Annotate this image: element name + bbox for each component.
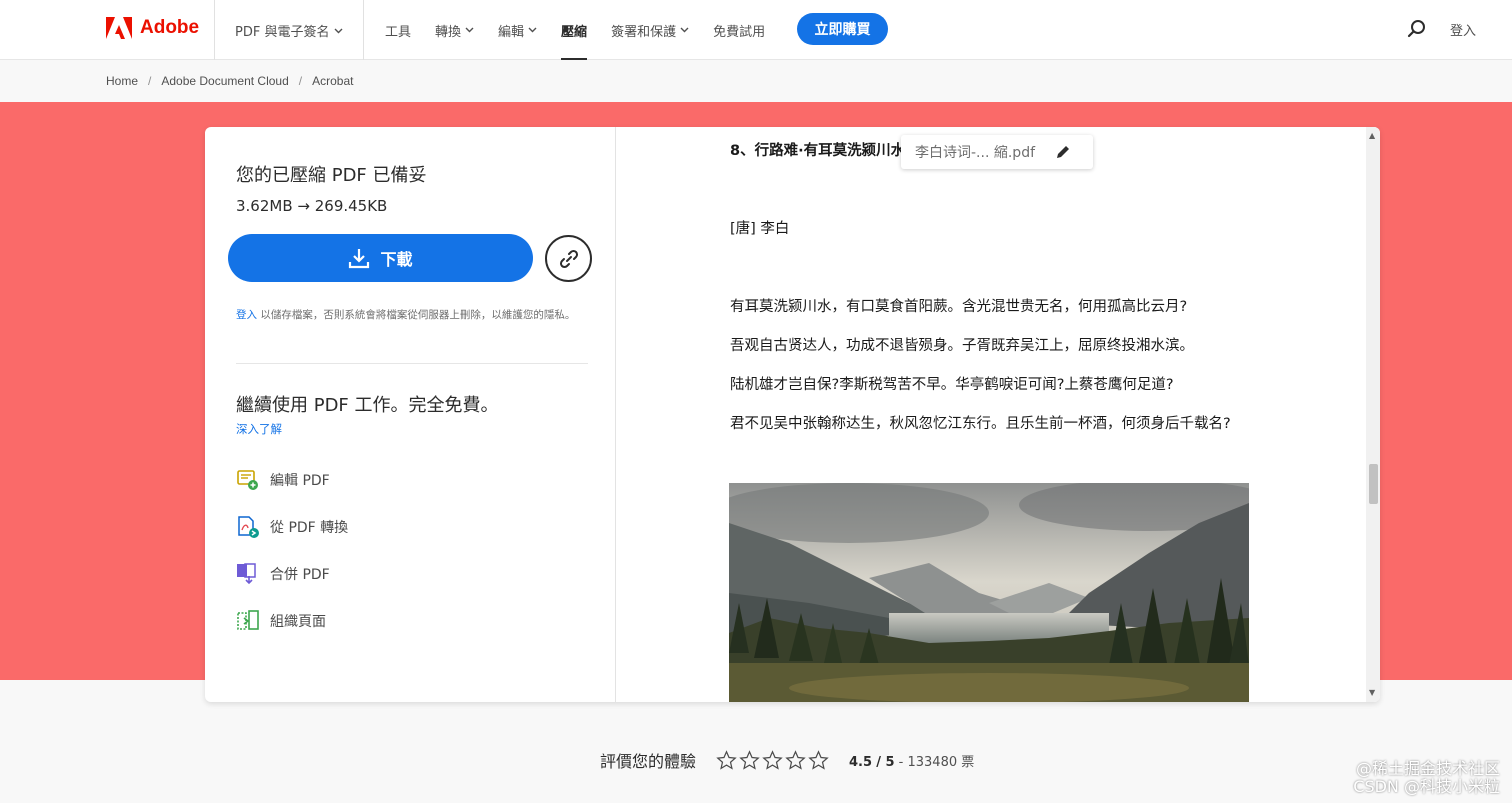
- nav-item-label: 工具: [385, 24, 412, 40]
- pencil-icon[interactable]: [1055, 144, 1071, 160]
- chevron-down-icon: [680, 27, 689, 33]
- signin-note-link[interactable]: 登入: [236, 309, 257, 321]
- chevron-down-icon: [528, 27, 537, 33]
- breadcrumb: Home / Adobe Document Cloud / Acrobat: [106, 74, 353, 88]
- breadcrumb-separator: /: [148, 74, 152, 88]
- breadcrumb-acrobat[interactable]: Acrobat: [312, 74, 353, 88]
- rating-section: 評價您的體驗 4.5 / 5 - 133480 票: [600, 748, 974, 772]
- nav-divider: [214, 0, 215, 60]
- watermark-line: CSDN @科技小米粒: [1353, 777, 1500, 796]
- search-icon[interactable]: [1406, 18, 1428, 40]
- nav-item-label: 簽署和保護: [611, 24, 677, 40]
- chevron-down-icon: [334, 28, 343, 33]
- star-icon[interactable]: [785, 749, 806, 771]
- tool-label: 合併 PDF: [270, 567, 330, 583]
- signin-note-text: 以儲存檔案，否則系統會將檔案從伺服器上刪除，以維護您的隱私。: [257, 309, 576, 321]
- compress-result-card: 您的已壓縮 PDF 已備妥 3.62MB → 269.45KB 下載 登入 以儲…: [205, 127, 1380, 702]
- learn-more-link[interactable]: 深入了解: [236, 421, 282, 437]
- nav-item-1[interactable]: 轉換: [435, 0, 474, 60]
- download-icon: [349, 249, 370, 269]
- chevron-down-icon: [465, 27, 474, 33]
- nav-item-3[interactable]: 壓縮: [561, 0, 588, 60]
- scroll-up-icon[interactable]: ▲: [1369, 131, 1375, 140]
- landscape-image: [729, 483, 1249, 702]
- nav-item-label: 壓縮: [561, 24, 588, 40]
- signin-note: 登入 以儲存檔案，否則系統會將檔案從伺服器上刪除，以維護您的隱私。: [236, 307, 586, 323]
- nav-item-label: 編輯: [498, 24, 525, 40]
- poem-line: 君不见吴中张翰称达生，秋风忽忆江东行。且乐生前一杯酒，何须身后千载名?: [730, 416, 1231, 432]
- rating-votes: - 133480 票: [898, 754, 975, 770]
- download-label: 下載: [380, 252, 413, 269]
- nav-item-label: 轉換: [435, 24, 462, 40]
- pdf-preview[interactable]: 8、行路难·有耳莫洗颍川水 [唐] 李白 有耳莫洗颍川水，有口莫食首阳蕨。含光混…: [617, 127, 1380, 702]
- buy-now-button[interactable]: 立即購買: [797, 13, 888, 45]
- breadcrumb-home[interactable]: Home: [106, 74, 138, 88]
- rating-stars: [716, 749, 829, 771]
- product-menu-label: PDF 與電子簽名: [235, 25, 330, 40]
- link-icon: [559, 249, 578, 268]
- breadcrumb-document-cloud[interactable]: Adobe Document Cloud: [161, 74, 288, 88]
- tool-edit-pdf[interactable]: 編輯 PDF: [236, 468, 348, 492]
- adobe-brand-text: Adobe: [140, 17, 200, 38]
- rating-max: / 5: [876, 754, 895, 770]
- watermark: @稀土掘金技术社区 CSDN @科技小米粒: [1320, 760, 1500, 796]
- breadcrumb-separator: /: [298, 74, 303, 88]
- star-icon[interactable]: [762, 749, 783, 771]
- nav-item-5[interactable]: 免費試用: [713, 0, 765, 60]
- result-panel: 您的已壓縮 PDF 已備妥 3.62MB → 269.45KB 下載 登入 以儲…: [205, 127, 616, 702]
- signin-link[interactable]: 登入: [1450, 20, 1476, 39]
- combine-pdf-icon: [237, 563, 256, 585]
- download-button[interactable]: 下載: [228, 234, 533, 282]
- tool-label: 從 PDF 轉換: [270, 520, 349, 536]
- adobe-logo-icon: [106, 17, 132, 39]
- organize-pages-icon: [237, 610, 259, 630]
- tool-convert-pdf[interactable]: 從 PDF 轉換: [236, 515, 348, 539]
- rating-label: 評價您的體驗: [600, 752, 697, 771]
- nav-item-label: 免費試用: [713, 24, 766, 40]
- tool-label: 編輯 PDF: [270, 473, 330, 489]
- preview-scrollbar[interactable]: ▲ ▼: [1366, 127, 1380, 702]
- main-nav-items: 工具 轉換 編輯 壓縮 簽署和保護 免費試用: [385, 0, 765, 60]
- tool-organize-pages[interactable]: 組織頁面: [236, 609, 348, 633]
- nav-item-2[interactable]: 編輯: [498, 0, 537, 60]
- result-title: 您的已壓縮 PDF 已備妥: [236, 165, 427, 186]
- continue-title: 繼續使用 PDF 工作。完全免費。: [236, 395, 499, 416]
- nav-item-0[interactable]: 工具: [385, 0, 411, 60]
- filename-chip[interactable]: 李白诗词-... 縮.pdf: [901, 135, 1093, 169]
- watermark-line: @稀土掘金技术社区: [1355, 759, 1500, 778]
- convert-pdf-icon: [238, 516, 259, 538]
- top-navigation: Adobe PDF 與電子簽名 工具 轉換 編輯 壓縮 簽署和保護 免費試用 立即購買 登…: [0, 0, 1512, 60]
- nav-item-4[interactable]: 簽署和保護: [611, 0, 689, 60]
- star-icon[interactable]: [739, 749, 760, 771]
- file-size-change: 3.62MB → 269.45KB: [236, 197, 388, 215]
- edit-pdf-icon: [237, 470, 258, 490]
- poem-line: 有耳莫洗颍川水，有口莫食首阳蕨。含光混世贵无名，何用孤高比云月?: [730, 299, 1188, 315]
- poem-author: [唐] 李白: [730, 221, 790, 237]
- star-icon[interactable]: [716, 749, 737, 771]
- poem-line: 陆机雄才岂自保?李斯税驾苦不早。华亭鹤唳讵可闻?上蔡苍鹰何足道?: [730, 377, 1174, 393]
- adobe-logo[interactable]: Adobe: [106, 17, 199, 39]
- star-icon[interactable]: [808, 749, 829, 771]
- product-menu[interactable]: PDF 與電子簽名: [235, 21, 343, 40]
- scroll-down-icon[interactable]: ▼: [1369, 688, 1375, 697]
- share-link-button[interactable]: [545, 235, 592, 282]
- section-divider: [236, 363, 588, 364]
- poem-heading: 8、行路难·有耳莫洗颍川水: [730, 143, 906, 159]
- tool-list: 編輯 PDF 從 PDF 轉換 合併 PDF 組織頁面: [236, 468, 348, 656]
- rating-score: 4.5 / 5 - 133480 票: [849, 751, 974, 770]
- scroll-thumb[interactable]: [1369, 464, 1378, 504]
- poem-line: 吾观自古贤达人，功成不退皆殒身。子胥既弃吴江上，屈原终投湘水滨。: [730, 338, 1194, 354]
- tool-label: 組織頁面: [270, 614, 326, 630]
- tool-combine-pdf[interactable]: 合併 PDF: [236, 562, 348, 586]
- nav-divider: [363, 0, 364, 60]
- filename-label: 李白诗词-... 縮.pdf: [915, 145, 1036, 161]
- rating-value: 4.5: [849, 754, 873, 770]
